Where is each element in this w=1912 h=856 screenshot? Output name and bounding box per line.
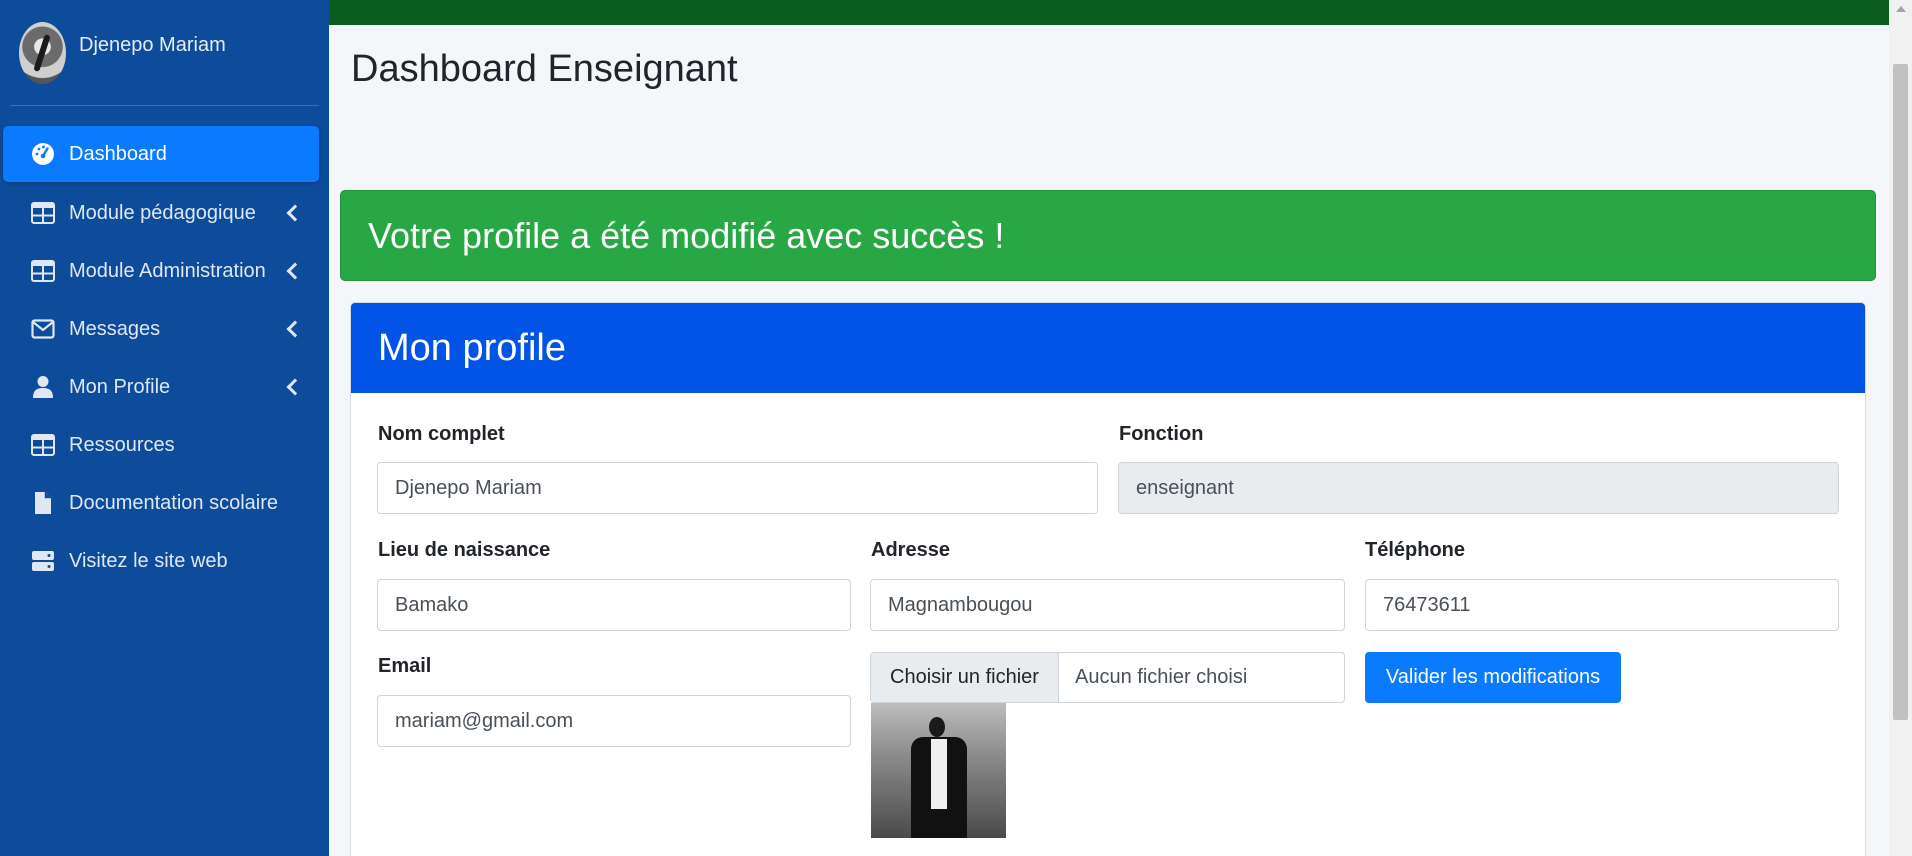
choose-file-button[interactable]: Choisir un fichier xyxy=(871,653,1059,702)
sidebar-item-label: Documentation scolaire xyxy=(69,491,278,514)
sidebar-nav: Dashboard Module pédagogique Module Admi… xyxy=(0,126,329,590)
sidebar-item-mon-profile[interactable]: Mon Profile xyxy=(3,358,319,416)
success-alert: Votre profile a été modifié avec succès … xyxy=(340,190,1876,281)
sidebar-item-ressources[interactable]: Ressources xyxy=(3,416,319,474)
sidebar-item-label: Module pédagogique xyxy=(69,201,256,224)
top-navbar xyxy=(329,0,1889,25)
fonction-label: Fonction xyxy=(1119,423,1204,445)
table-icon xyxy=(31,259,55,283)
photo-figure-head xyxy=(929,717,945,737)
sidebar-item-visitez-le-site-web[interactable]: Visitez le site web xyxy=(3,532,319,590)
avatar[interactable] xyxy=(19,22,66,84)
email-input[interactable]: mariam@gmail.com xyxy=(377,695,851,747)
chevron-left-icon xyxy=(286,320,304,338)
sidebar-item-label: Module Administration xyxy=(69,259,266,282)
chevron-left-icon xyxy=(286,204,304,222)
table-icon xyxy=(31,433,55,457)
server-icon xyxy=(31,549,55,573)
envelope-icon xyxy=(31,317,55,341)
fonction-input[interactable]: enseignant xyxy=(1118,462,1839,514)
scrollbar[interactable] xyxy=(1889,0,1912,856)
user-icon xyxy=(31,375,55,399)
dashboard-icon xyxy=(31,142,55,166)
lieu-de-naissance-label: Lieu de naissance xyxy=(378,539,551,561)
profile-photo xyxy=(871,703,1006,838)
chevron-left-icon xyxy=(286,378,304,396)
telephone-input[interactable]: 76473611 xyxy=(1365,579,1839,631)
sidebar: Djenepo Mariam Dashboard Module pédagogi… xyxy=(0,0,329,856)
sidebar-item-label: Messages xyxy=(69,317,161,340)
save-changes-button[interactable]: Valider les modifications xyxy=(1365,652,1621,703)
lieu-de-naissance-input[interactable]: Bamako xyxy=(377,579,851,631)
file-status: Aucun fichier choisi xyxy=(1075,666,1248,688)
sidebar-item-label: Dashboard xyxy=(69,142,167,165)
sidebar-item-dashboard[interactable]: Dashboard xyxy=(3,126,319,182)
sidebar-item-module-administration[interactable]: Module Administration xyxy=(3,242,319,300)
sidebar-item-documentation-scolaire[interactable]: Documentation scolaire xyxy=(3,474,319,532)
sidebar-item-label: Ressources xyxy=(69,433,175,456)
sidebar-item-label: Visitez le site web xyxy=(69,549,228,572)
telephone-label: Téléphone xyxy=(1365,539,1466,561)
user-panel[interactable]: Djenepo Mariam xyxy=(10,0,319,106)
email-label: Email xyxy=(378,655,432,677)
sidebar-item-module-pedagogique[interactable]: Module pédagogique xyxy=(3,184,319,242)
photo-file-input[interactable]: Choisir un fichier Aucun fichier choisi xyxy=(870,652,1345,703)
profile-card-header: Mon profile xyxy=(351,303,1865,393)
nom-complet-label: Nom complet xyxy=(378,423,505,445)
scroll-up-icon[interactable] xyxy=(1896,6,1906,12)
sidebar-item-messages[interactable]: Messages xyxy=(3,300,319,358)
scrollbar-thumb[interactable] xyxy=(1893,64,1908,720)
adresse-input[interactable]: Magnambougou xyxy=(870,579,1345,631)
adresse-label: Adresse xyxy=(871,539,950,561)
page-title: Dashboard Enseignant xyxy=(351,48,738,90)
chevron-left-icon xyxy=(286,262,304,280)
file-icon xyxy=(31,491,55,515)
sidebar-item-label: Mon Profile xyxy=(69,375,171,398)
table-icon xyxy=(31,201,55,225)
nom-complet-input[interactable]: Djenepo Mariam xyxy=(377,462,1098,514)
photo-figure-shirt xyxy=(931,739,947,809)
user-name[interactable]: Djenepo Mariam xyxy=(79,34,226,57)
